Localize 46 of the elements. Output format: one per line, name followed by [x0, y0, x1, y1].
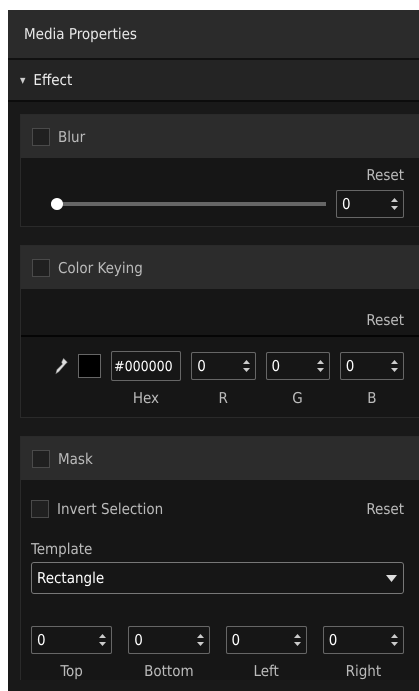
group-label: Effect [33, 71, 72, 89]
spinner-arrows-icon[interactable] [294, 633, 301, 647]
reset-link[interactable]: Reset [366, 311, 404, 329]
spinner-arrows-icon[interactable] [196, 633, 204, 647]
number-field[interactable]: 0 [322, 626, 404, 654]
group-header[interactable]: ▾ Effect [8, 60, 419, 102]
eyedropper-icon[interactable] [55, 357, 68, 375]
field-label: Right [344, 662, 382, 680]
field-label: G [291, 389, 304, 407]
spinner-arrows-icon[interactable] [391, 359, 398, 373]
reset-link[interactable]: Reset [366, 166, 404, 184]
spinner-arrows-icon[interactable] [316, 359, 324, 373]
reset-link[interactable]: Reset [366, 500, 404, 518]
panel-title: Media Properties [8, 10, 419, 60]
spinner-arrows-icon[interactable] [391, 633, 398, 647]
field-label: Top [59, 662, 84, 680]
section-title: Color Keying [58, 258, 143, 276]
spinner-arrows-icon[interactable] [242, 359, 250, 373]
field-label: Template [31, 540, 94, 558]
number-field[interactable]: 0 [340, 352, 404, 380]
checkbox-label: Invert Selection [57, 500, 164, 518]
number-field[interactable]: 0 [336, 190, 404, 218]
section-title: Mask [58, 450, 93, 468]
field-label: Hex [132, 389, 160, 407]
number-field[interactable]: 0 [266, 352, 330, 380]
number-field[interactable]: 0 [226, 626, 307, 654]
template-dropdown[interactable]: Rectangle [31, 562, 404, 594]
checkbox[interactable] [32, 450, 50, 468]
expand-toggle[interactable]: ▾ [20, 73, 26, 87]
section-title: Blur [58, 128, 86, 146]
number-field[interactable]: 0 [31, 626, 112, 654]
checkbox[interactable] [32, 128, 50, 146]
dropdown-arrow-icon [386, 574, 397, 582]
spinner-arrows-icon[interactable] [391, 197, 398, 211]
hex-field[interactable]: #000000 [111, 351, 182, 381]
field-label: Bottom [143, 662, 195, 680]
field-label: B [366, 389, 378, 407]
field-label: Left [252, 662, 280, 680]
checkbox[interactable] [32, 258, 50, 276]
number-field[interactable]: 0 [191, 352, 256, 380]
slider-thumb[interactable] [51, 198, 63, 210]
spinner-arrows-icon[interactable] [99, 633, 106, 647]
field-label: R [217, 389, 229, 407]
number-field[interactable]: 0 [128, 626, 210, 654]
color-swatch[interactable] [78, 354, 102, 378]
checkbox[interactable] [31, 500, 49, 518]
